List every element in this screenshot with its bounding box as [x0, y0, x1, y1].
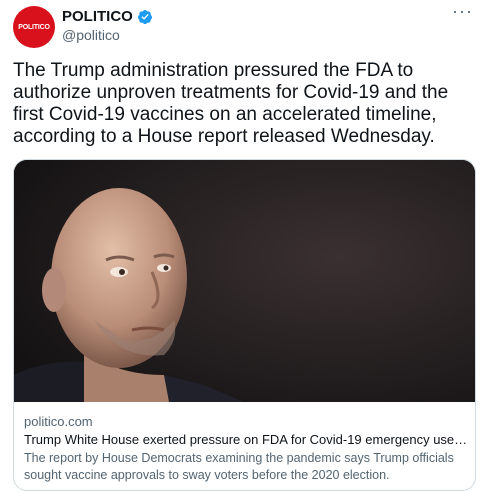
display-name[interactable]: POLITICO [62, 8, 133, 25]
avatar[interactable]: POLITICO [13, 6, 55, 48]
card-image[interactable] [14, 160, 475, 402]
more-horizontal-icon[interactable]: ··· [452, 2, 473, 20]
card-description[interactable]: The report by House Democrats examining … [24, 450, 469, 484]
avatar-logo-text: POLITICO [18, 23, 50, 31]
card-title[interactable]: Trump White House exerted pressure on FD… [24, 432, 469, 447]
card-domain[interactable]: politico.com [24, 414, 93, 429]
account-handle[interactable]: @politico [62, 27, 120, 43]
portrait-photo [14, 160, 475, 402]
account-name-row: POLITICO [62, 8, 153, 25]
tweet-text: The Trump administration pressured the F… [13, 60, 449, 147]
link-card[interactable]: politico.com Trump White House exerted p… [13, 159, 476, 491]
verified-badge-icon [137, 9, 153, 25]
